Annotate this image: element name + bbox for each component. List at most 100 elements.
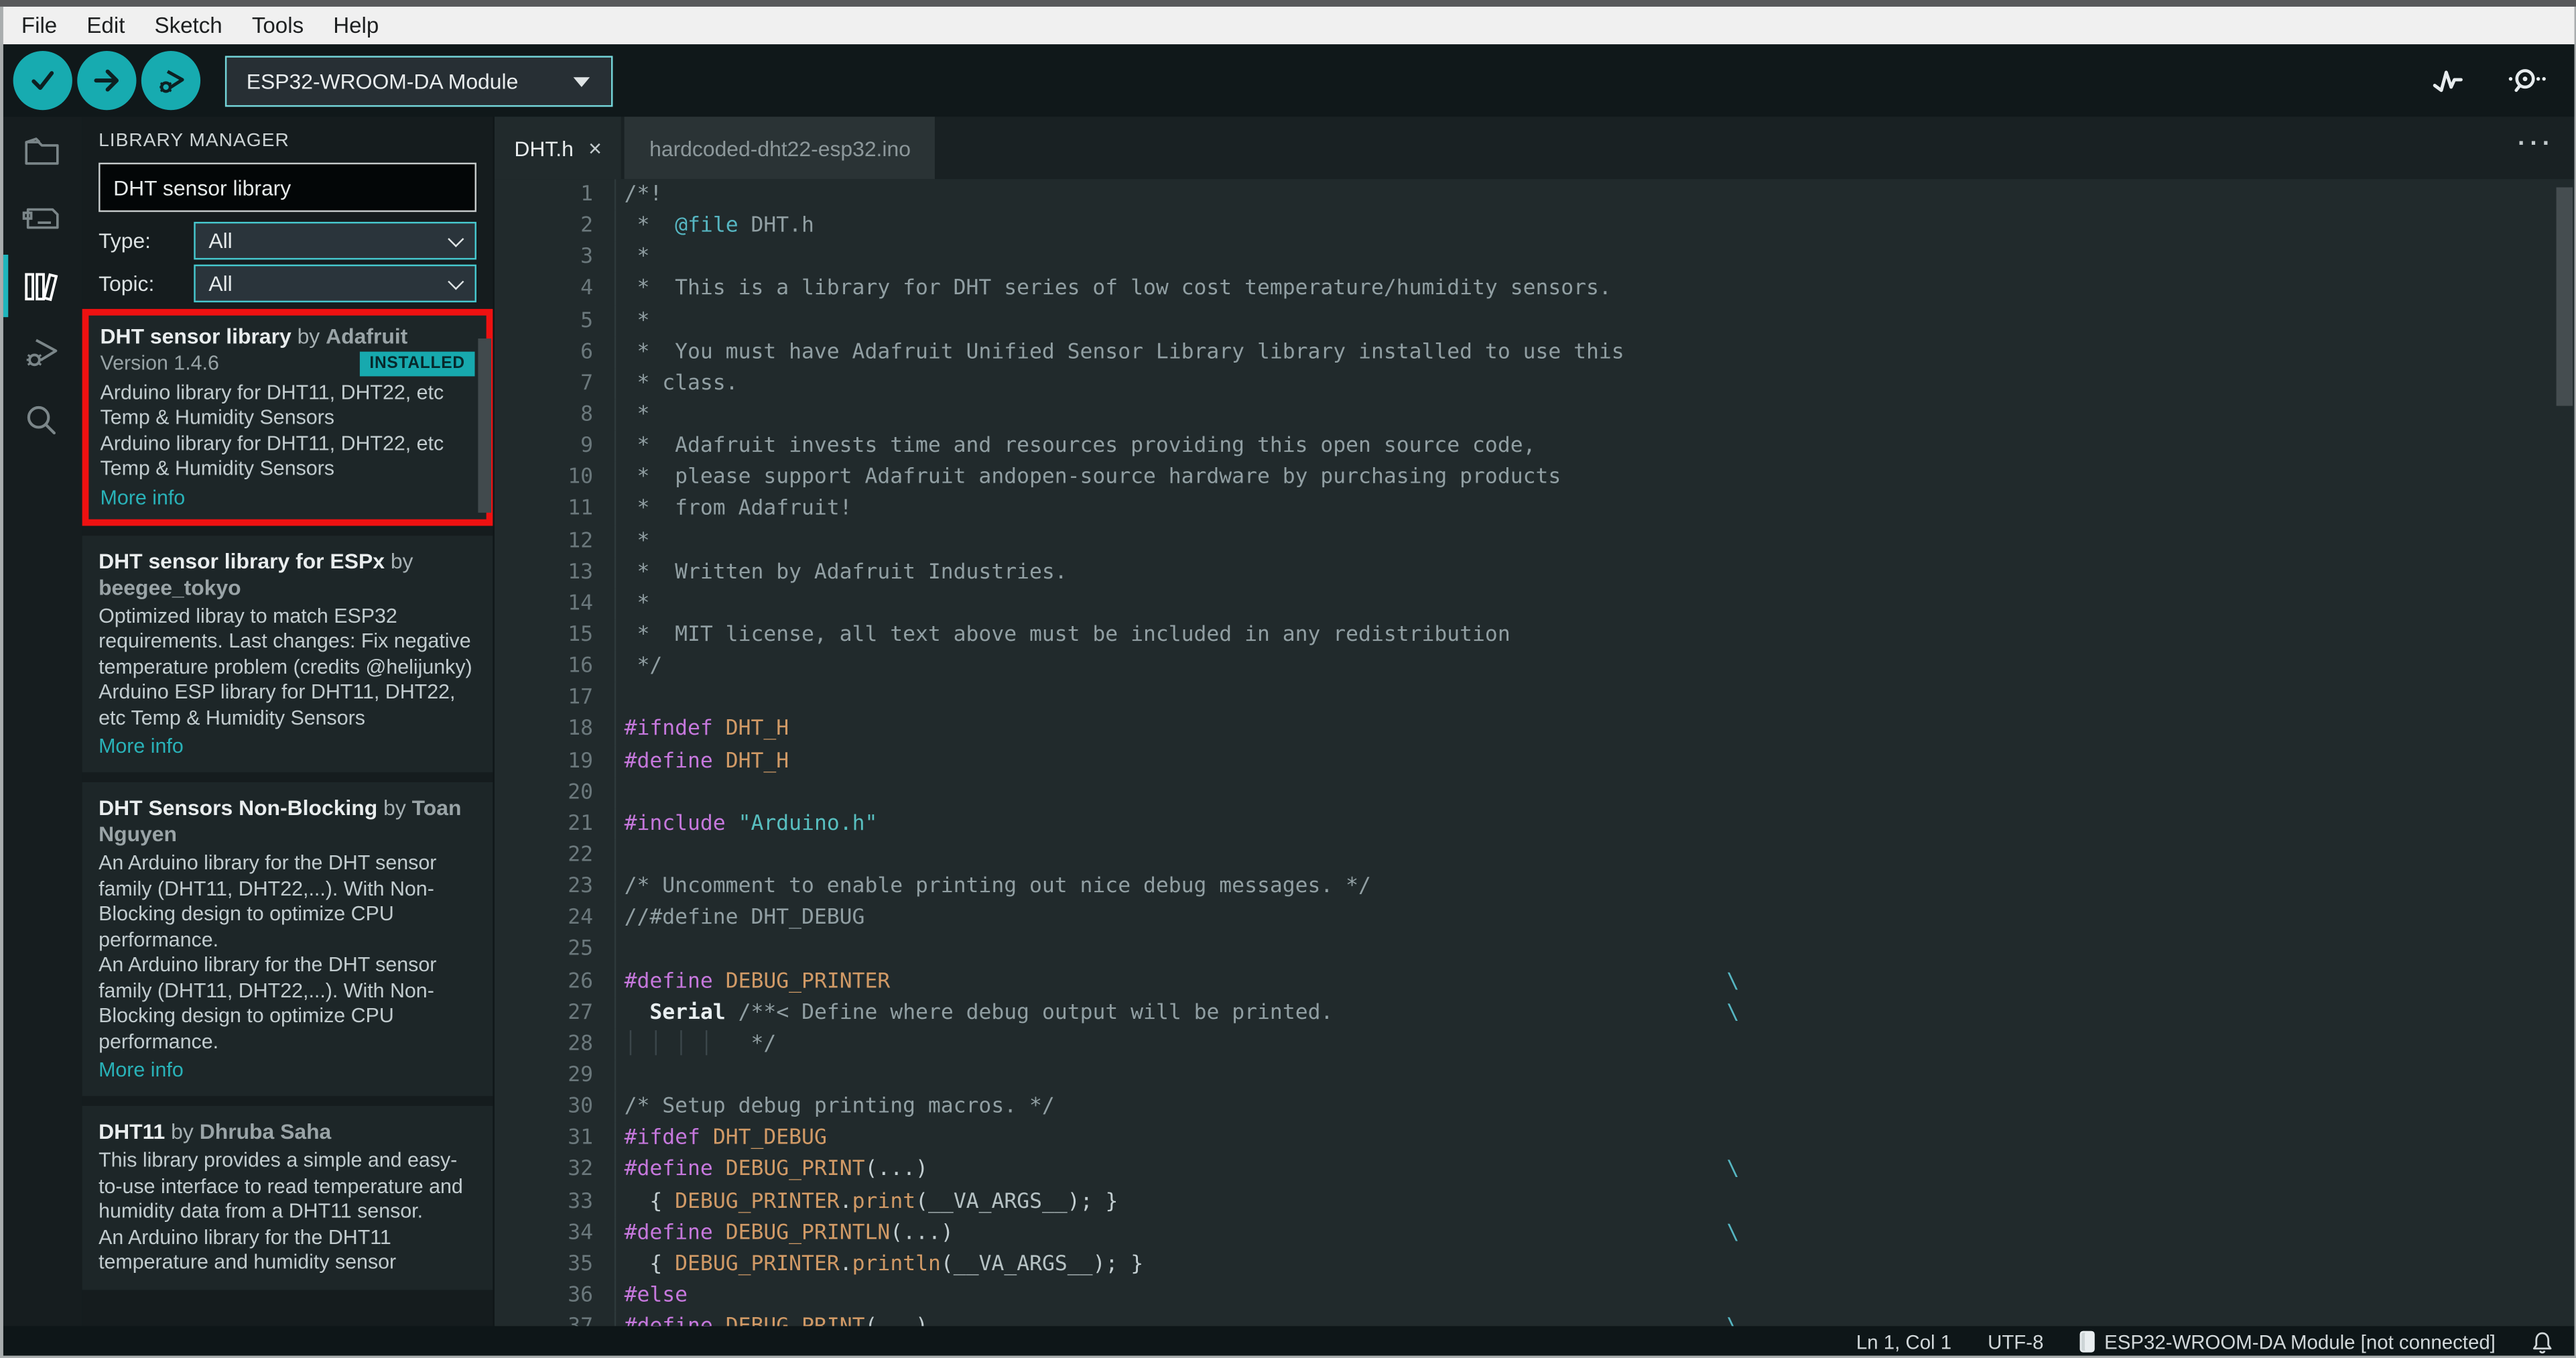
line-number: 28 [495,1028,617,1060]
line-number: 5 [495,304,617,336]
code-area[interactable]: 1/*! 2 * @file DHT.h 3 * 4 * This is a libr… [495,179,2576,1358]
installed-badge: INSTALLED [359,352,475,377]
board-selector-label: ESP32-WROOM-DA Module [246,68,519,93]
sidebar-item-debug[interactable] [0,334,82,373]
line-number: 11 [495,493,617,526]
library-search-input[interactable] [99,162,476,212]
line-number: 14 [495,588,617,620]
line-number: 33 [495,1185,617,1217]
menu-item-help[interactable]: Help [318,7,393,44]
line-number: 23 [495,871,617,903]
description-line: This library provides a simple and easy-… [99,1148,463,1223]
start-debugging-button[interactable] [141,50,201,111]
library-description: Arduino library for DHT11, DHT22, etc Te… [101,381,475,483]
description-line: Arduino ESP library for DHT11, DHT22, et… [99,680,456,729]
board-status[interactable]: ESP32-WROOM-DA Module [not connected] [2079,1331,2496,1354]
library-books-icon [25,273,58,302]
token: DHT_H [725,717,789,742]
sidebar-item-search[interactable] [0,401,82,440]
close-icon[interactable]: × [588,136,602,159]
more-info-link[interactable]: More info [101,484,475,510]
menu-item-file[interactable]: File [7,7,72,44]
code-line: 19 #define DHT_H [495,745,2576,777]
chevron-down-icon [573,77,590,87]
encoding-label[interactable]: UTF-8 [1988,1331,2043,1353]
token: #ifdef [624,1125,700,1151]
code-text: * from Adafruit! [616,493,2576,525]
panel-scrollbar-thumb[interactable] [478,338,492,513]
tab-dht-h[interactable]: DHT.h × [494,117,622,180]
filter-select-topic[interactable]: All [194,264,476,303]
filter-select-type[interactable]: All [194,221,476,260]
menu-item-tools[interactable]: Tools [237,7,318,44]
upload-button[interactable] [77,50,137,111]
editor-scrollbar-thumb[interactable] [2556,187,2573,406]
token: ( [915,1188,929,1214]
token: @file [675,214,738,239]
editor-area: DHT.h × hardcoded-dht22-esp32.ino ··· 1 /*! 2… [493,117,2576,1358]
code-text: #define DEBUG_PRINT(...) \ [616,1154,2576,1186]
token: /**< Define where debug output will be p… [738,1000,1334,1025]
line-number: 3 [495,242,617,273]
sidebar-item-library-manager[interactable] [0,254,82,318]
window-edge-right [2573,6,2576,1358]
token: * class. [624,371,738,396]
code-line: 24 //#define DHT_DEBUG [495,902,2576,934]
menubar: File Edit Sketch Tools Help [0,6,2576,45]
check-icon [31,71,54,90]
token: ); } [1067,1188,1118,1214]
code-text: * [616,525,2576,556]
code-line: 30 /* Setup debug printing macros. */ [495,1091,2576,1123]
sidebar-item-boards-manager[interactable] [0,199,82,239]
token: │ │ │ │ [624,1032,713,1056]
library-entry[interactable]: DHT Sensors Non-Blocking by Toan Nguyen A… [82,782,493,1097]
filter-row-type: Type: All [99,221,476,260]
token: * [624,245,650,270]
library-entry-title: DHT11 by Dhruba Saha [99,1119,476,1145]
token: /*! [624,182,663,207]
arduino-ide-window: File Edit Sketch Tools Help ESP32-WROOM-DA M… [0,0,2576,1358]
code-line: 5 * [495,304,2576,336]
serial-plotter-icon[interactable] [2431,66,2464,95]
menu-item-sketch[interactable]: Sketch [139,7,237,44]
token: * [624,402,650,428]
cursor-position[interactable]: Ln 1, Col 1 [1856,1331,1951,1353]
board-selector-dropdown[interactable]: ESP32-WROOM-DA Module [224,55,613,107]
by-text: by [165,1119,200,1144]
description-line: An Arduino library for the DHT sensor fa… [99,952,437,1053]
library-entry[interactable]: DHT11 by Dhruba Saha This library provide… [82,1105,493,1290]
library-description: An Arduino library for the DHT sensor fa… [99,851,476,1055]
token: Serial [649,1000,726,1025]
line-number: 31 [495,1122,617,1154]
arrow-right-icon [94,69,119,92]
library-entry[interactable]: DHT sensor library for ESPx by beegee_to… [82,534,493,773]
tab-hardcoded-dht22-esp32-ino[interactable]: hardcoded-dht22-esp32.ino [625,117,936,180]
more-actions-button[interactable]: ··· [2518,130,2555,158]
library-entry[interactable]: DHT sensor library by Adafruit Version 1.… [82,308,493,526]
window-edge-left [0,6,3,1358]
line-number: 26 [495,965,617,997]
code-text: * You must have Adafruit Unified Sensor … [616,336,2576,368]
notifications-bell-icon[interactable] [2532,1331,2553,1353]
token: /* Uncomment to enable printing out nice… [624,874,1371,900]
code-line: 9 * Adafruit invests time and resources … [495,430,2576,462]
line-number: 25 [495,934,617,966]
debug-bug-icon [26,338,58,367]
menu-item-edit[interactable]: Edit [72,7,139,44]
search-icon [27,406,56,435]
library-name: DHT Sensors Non-Blocking [99,795,378,820]
serial-monitor-icon[interactable] [2504,66,2547,95]
token: DEBUG_PRINT [725,1157,865,1182]
code-text: * [616,588,2576,619]
verify-button[interactable] [13,50,72,111]
line-number: 21 [495,808,617,840]
more-info-link[interactable]: More info [99,733,476,759]
token: DEBUG_PRINTER [725,969,891,993]
more-info-link[interactable]: More info [99,1056,476,1083]
sidebar-item-sketchbook[interactable] [0,131,82,171]
